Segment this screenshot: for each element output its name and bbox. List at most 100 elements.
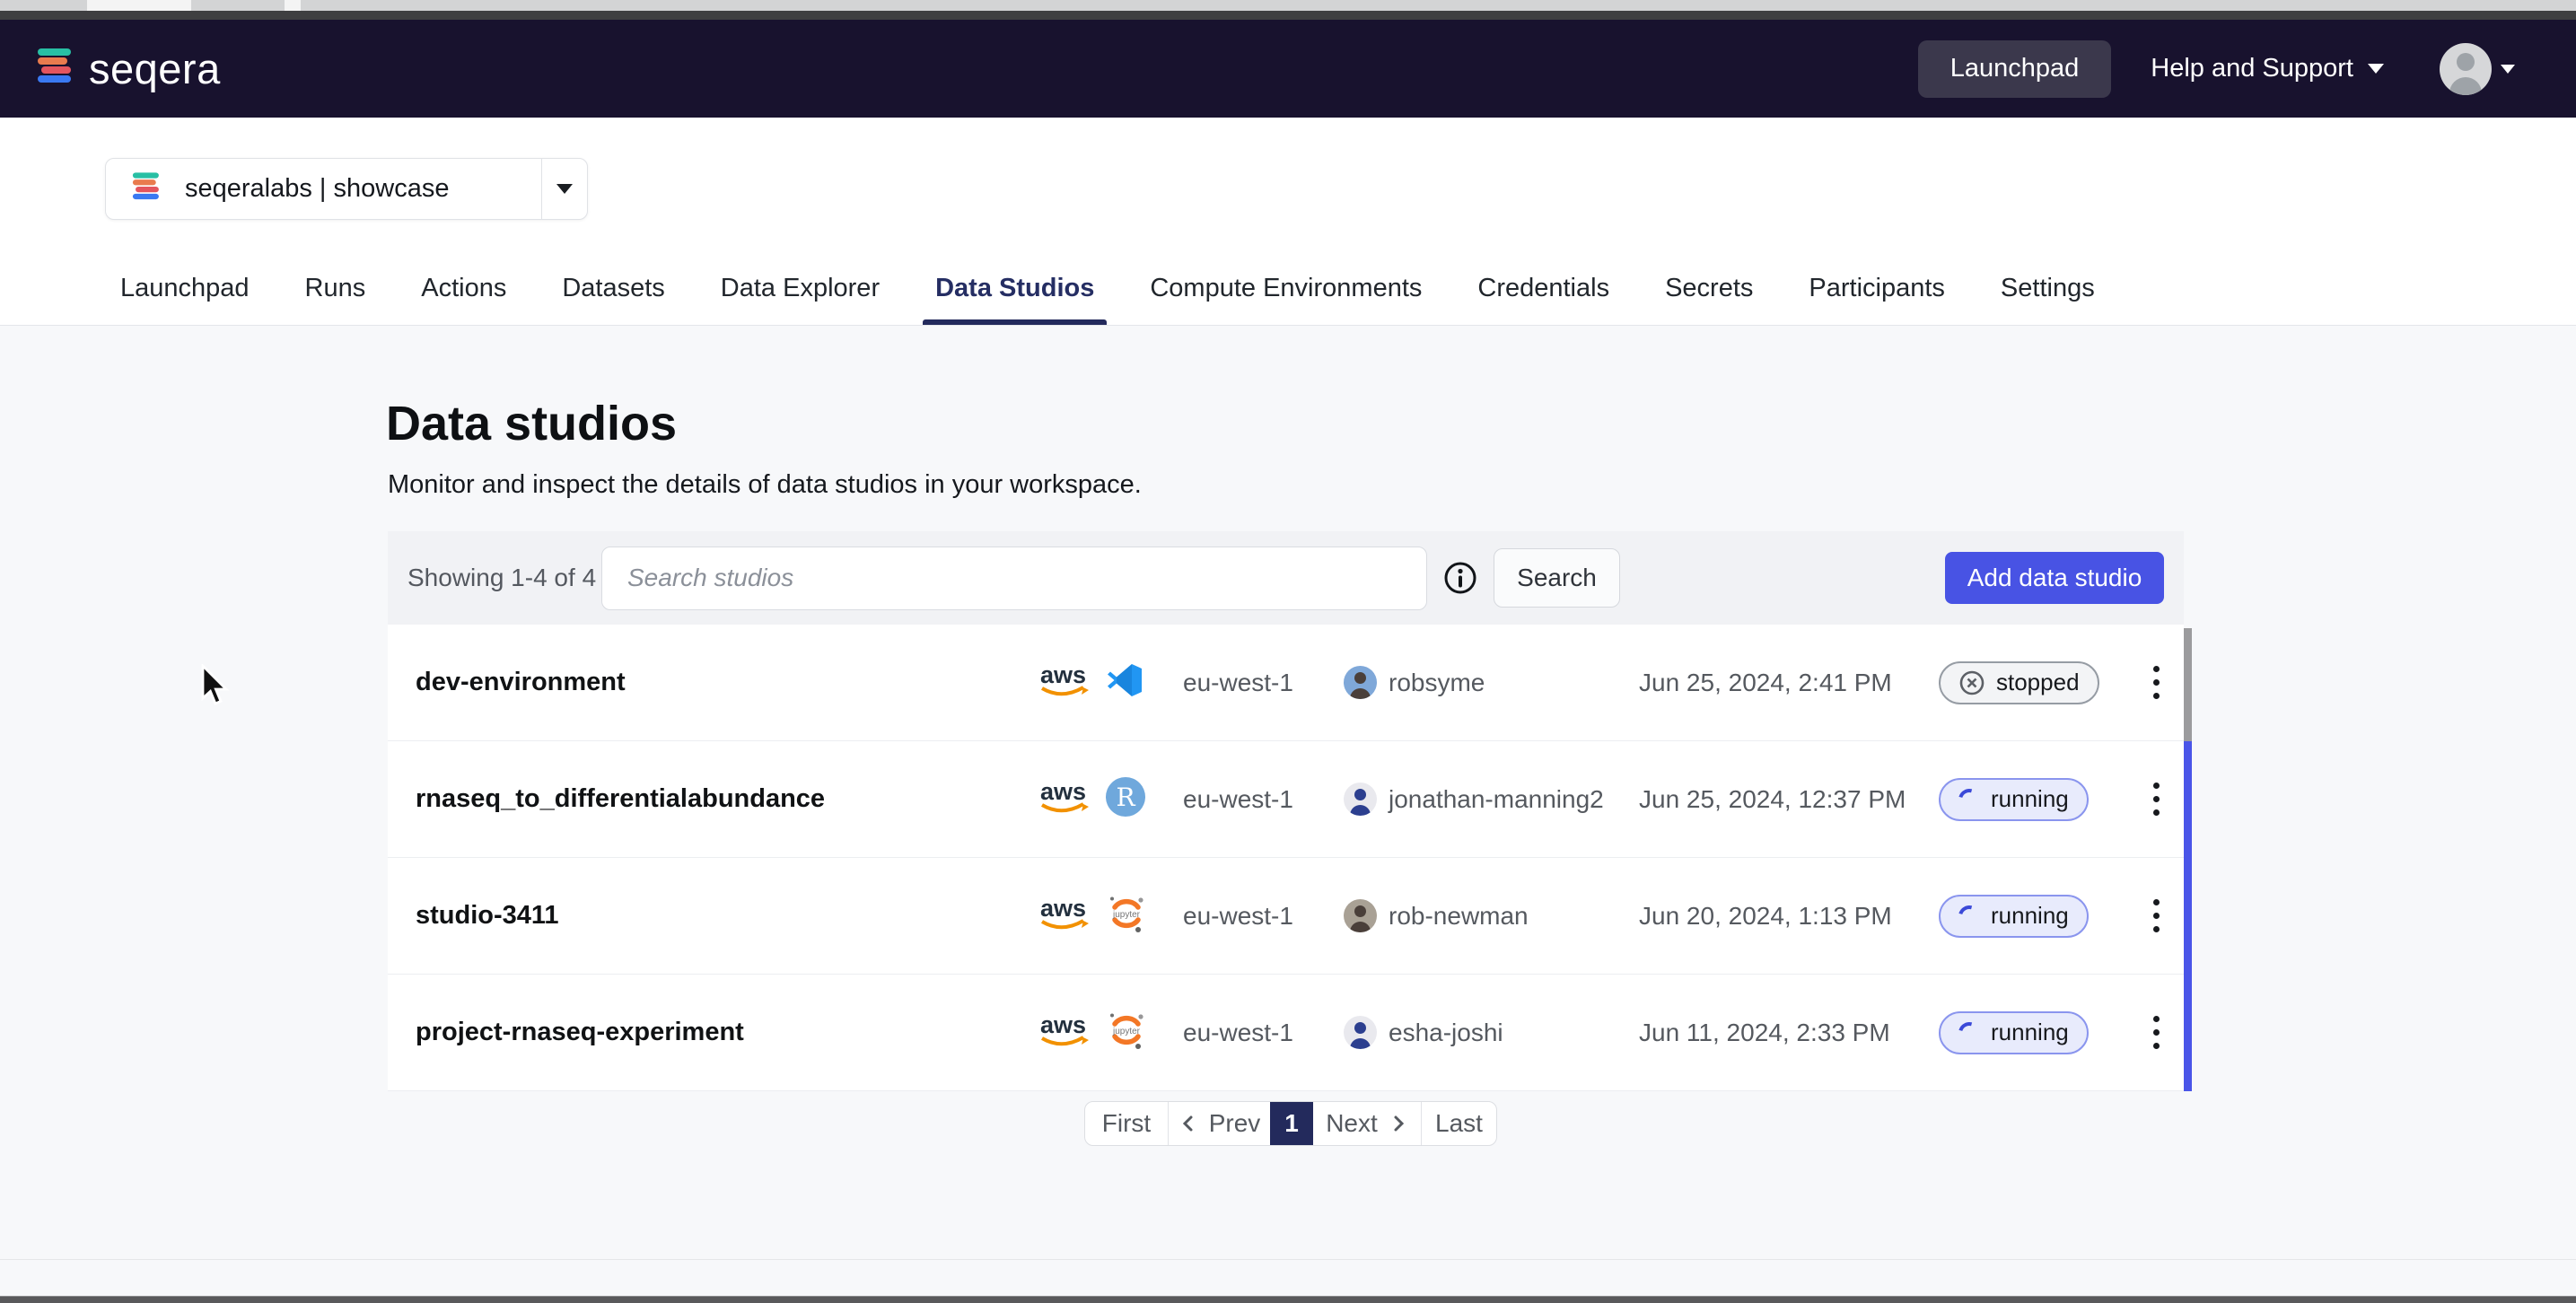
scrollbar-track[interactable] (2184, 741, 2192, 1091)
status-cell: running (1939, 895, 2129, 938)
status-badge: running (1939, 895, 2089, 938)
help-and-support-menu[interactable]: Help and Support (2151, 54, 2384, 83)
aws-icon: aws (1037, 893, 1092, 939)
user-avatar (1344, 1016, 1377, 1049)
status-badge: stopped (1939, 661, 2099, 704)
studio-name: studio-3411 (388, 901, 1011, 931)
status-cell: running (1939, 778, 2129, 821)
tab-actions[interactable]: Actions (421, 274, 506, 325)
tab-data-explorer[interactable]: Data Explorer (721, 274, 880, 325)
pagination-prev[interactable]: Prev (1168, 1102, 1270, 1145)
user-name: robsyme (1389, 669, 1485, 697)
table-row[interactable]: studio-3411 aws jupyter eu-west-1 rob-ne… (388, 858, 2184, 975)
user-name: rob-newman (1389, 902, 1529, 931)
region: eu-west-1 (1183, 1019, 1344, 1047)
seqera-logo-text: seqera (89, 44, 221, 93)
created-date: Jun 11, 2024, 2:33 PM (1639, 1019, 1939, 1047)
pagination-first[interactable]: First (1085, 1102, 1168, 1145)
svg-text:aws: aws (1040, 778, 1086, 805)
studio-name: dev-environment (388, 668, 1011, 697)
spinner-icon (1955, 901, 1985, 931)
region: eu-west-1 (1183, 669, 1344, 697)
pagination-next[interactable]: Next (1313, 1102, 1421, 1145)
status-cell: stopped (1939, 661, 2129, 704)
table-row[interactable]: dev-environment aws eu-west-1 robsyme Ju… (388, 625, 2184, 741)
platform-icons: aws (1011, 660, 1183, 705)
table-toolbar: Showing 1-4 of 4 Search Add data studio (388, 531, 2184, 625)
table-row[interactable]: rnaseq_to_differentialabundance aws R eu… (388, 741, 2184, 858)
spinner-icon (1955, 784, 1985, 814)
aws-icon: aws (1037, 660, 1092, 705)
svg-text:jupyter: jupyter (1112, 910, 1141, 920)
search-button[interactable]: Search (1494, 548, 1620, 608)
user-menu[interactable] (2440, 43, 2515, 95)
region: eu-west-1 (1183, 785, 1344, 814)
chevron-down-icon (556, 184, 573, 194)
table-row[interactable]: project-rnaseq-experiment aws jupyter eu… (388, 975, 2184, 1091)
seqera-logo[interactable]: seqera (33, 44, 221, 93)
studio-name: project-rnaseq-experiment (388, 1018, 1011, 1047)
svg-text:aws: aws (1040, 895, 1086, 922)
add-data-studio-button[interactable]: Add data studio (1945, 552, 2164, 604)
info-icon[interactable] (1441, 559, 1479, 597)
scrollbar-thumb[interactable] (2184, 628, 2192, 741)
created-date: Jun 25, 2024, 2:41 PM (1639, 669, 1939, 697)
search-input[interactable] (601, 547, 1427, 610)
tab-credentials[interactable]: Credentials (1477, 274, 1609, 325)
status-badge: running (1939, 1011, 2089, 1054)
user-cell: jonathan-manning2 (1344, 783, 1639, 816)
platform-icons: aws jupyter (1011, 892, 1183, 940)
tab-secrets[interactable]: Secrets (1665, 274, 1753, 325)
workspace-selector[interactable]: seqeralabs | showcase (105, 158, 588, 220)
studio-name: rnaseq_to_differentialabundance (388, 784, 1011, 814)
platform-icons: aws jupyter (1011, 1009, 1183, 1056)
svg-text:jupyter: jupyter (1112, 1027, 1141, 1036)
tab-launchpad[interactable]: Launchpad (120, 274, 250, 325)
footer-divider (0, 1259, 2576, 1260)
jupyter-icon: jupyter (1105, 892, 1148, 940)
pagination-current-page[interactable]: 1 (1270, 1102, 1313, 1145)
user-name: jonathan-manning2 (1389, 785, 1604, 814)
launchpad-button[interactable]: Launchpad (1918, 40, 2112, 98)
browser-frame-line (0, 11, 2576, 20)
created-date: Jun 25, 2024, 12:37 PM (1639, 785, 1939, 814)
workspace-tabs: Launchpad Runs Actions Datasets Data Explore… (120, 274, 2095, 325)
pagination-next-label: Next (1326, 1109, 1378, 1138)
workspace-name: seqeralabs | showcase (185, 174, 449, 204)
user-cell: esha-joshi (1344, 1016, 1639, 1049)
status-cell: running (1939, 1011, 2129, 1054)
pagination: First Prev 1 Next Last (1084, 1101, 1497, 1146)
status-label: stopped (1996, 669, 2080, 696)
region: eu-west-1 (1183, 902, 1344, 931)
tab-participants[interactable]: Participants (1809, 274, 1945, 325)
help-and-support-label: Help and Support (2151, 54, 2353, 83)
tab-runs[interactable]: Runs (305, 274, 366, 325)
tab-settings[interactable]: Settings (2001, 274, 2095, 325)
tab-datasets[interactable]: Datasets (562, 274, 664, 325)
mouse-cursor (196, 664, 235, 713)
chevron-down-icon (2368, 64, 2384, 74)
data-studios-card: Showing 1-4 of 4 Search Add data studio … (388, 531, 2184, 1091)
seqera-logo-icon (33, 46, 74, 92)
row-actions-menu[interactable] (2129, 666, 2184, 699)
top-navbar: seqera Launchpad Help and Support (0, 20, 2576, 118)
status-badge: running (1939, 778, 2089, 821)
pagination-last[interactable]: Last (1421, 1102, 1496, 1145)
tab-data-studios[interactable]: Data Studios (935, 274, 1094, 325)
workspace-dropdown-toggle[interactable] (541, 159, 587, 219)
chevron-down-icon (2501, 65, 2515, 74)
row-actions-menu[interactable] (2129, 1016, 2184, 1049)
vscode-icon (1105, 660, 1146, 705)
page-title: Data studios (386, 396, 677, 451)
user-avatar (1344, 783, 1377, 816)
created-date: Jun 20, 2024, 1:13 PM (1639, 902, 1939, 931)
platform-icons: aws R (1011, 776, 1183, 822)
status-label: running (1991, 1019, 2069, 1046)
aws-icon: aws (1037, 1010, 1092, 1055)
showing-count: Showing 1-4 of 4 (407, 564, 601, 592)
circle-x-icon (1958, 669, 1985, 696)
tab-compute-environments[interactable]: Compute Environments (1150, 274, 1422, 325)
r-icon: R (1105, 776, 1146, 822)
row-actions-menu[interactable] (2129, 899, 2184, 932)
row-actions-menu[interactable] (2129, 783, 2184, 816)
